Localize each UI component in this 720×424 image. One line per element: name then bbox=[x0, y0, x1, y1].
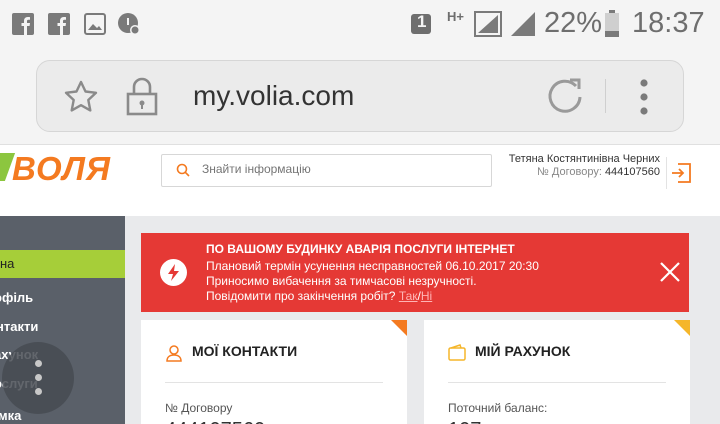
account-card: МІЙ РАХУНОК Поточний баланс: 107 bbox=[424, 320, 690, 424]
clock: 18:37 bbox=[632, 7, 705, 39]
reload-icon[interactable] bbox=[546, 77, 584, 115]
browser-toolbar: my.volia.com bbox=[0, 48, 720, 144]
contract-value: 444107560 bbox=[165, 419, 265, 424]
url-text[interactable]: my.volia.com bbox=[193, 80, 354, 112]
alert-repair-time: Плановий термін усунення несправностей 0… bbox=[206, 259, 539, 273]
sidebar-item-more[interactable]: мка bbox=[0, 408, 123, 423]
alert-bubble-icon bbox=[118, 13, 140, 35]
search-box[interactable] bbox=[161, 154, 492, 187]
lightning-icon bbox=[160, 259, 187, 286]
balance-label: Поточний баланс: bbox=[448, 401, 548, 415]
sidebar-item-home[interactable]: на bbox=[0, 250, 125, 278]
contract-number: 444107560 bbox=[604, 166, 660, 178]
search-icon bbox=[176, 163, 190, 177]
sidebar-item-contacts[interactable]: нтакти bbox=[0, 319, 121, 334]
alert-question-row: Повідомити про закінчення робіт? Так/Ні bbox=[206, 289, 432, 303]
image-icon bbox=[84, 13, 106, 35]
divider bbox=[448, 382, 666, 383]
divider bbox=[165, 382, 383, 383]
header-divider bbox=[666, 157, 667, 189]
person-icon bbox=[166, 345, 182, 362]
sim-badge: 1 bbox=[417, 12, 427, 31]
close-icon[interactable] bbox=[659, 261, 681, 283]
signal-icon bbox=[474, 11, 502, 37]
balance-value: 107 bbox=[448, 419, 481, 424]
sidebar-item-label: на bbox=[0, 256, 15, 271]
status-bar: 1 H+ 22% 18:37 bbox=[0, 0, 720, 48]
card-title: МОЇ КОНТАКТИ bbox=[192, 343, 298, 359]
outage-alert: ПО ВАШОМУ БУДИНКУ АВАРІЯ ПОСЛУГИ ІНТЕРНЕ… bbox=[141, 233, 689, 312]
card-corner bbox=[391, 320, 407, 336]
card-corner bbox=[674, 320, 690, 336]
network-type: H+ bbox=[447, 9, 464, 24]
card-title: МІЙ РАХУНОК bbox=[475, 343, 571, 359]
alert-yes-link[interactable]: Так bbox=[399, 289, 418, 303]
user-name: Тетяна Костянтинівна Черних bbox=[508, 153, 660, 165]
toolbar-divider bbox=[605, 79, 606, 113]
alert-question: Повідомити про закінчення робіт? bbox=[206, 289, 396, 303]
site-header: ВОЛЯ Тетяна Костянтинівна Черних № Догов… bbox=[0, 144, 720, 216]
lock-icon[interactable] bbox=[125, 76, 159, 116]
logout-icon[interactable] bbox=[670, 162, 692, 184]
web-page: ВОЛЯ Тетяна Костянтинівна Черних № Догов… bbox=[0, 144, 720, 424]
contract-info: № Договору: 444107560 bbox=[537, 166, 660, 178]
alert-no-link[interactable]: Ні bbox=[421, 289, 432, 303]
alert-apology: Приносимо вибачення за тимчасові незручн… bbox=[206, 274, 477, 288]
sidebar-item-profile[interactable]: офіль bbox=[0, 290, 119, 305]
floating-menu-button[interactable] bbox=[2, 342, 74, 414]
battery-icon bbox=[605, 10, 619, 37]
bookmark-star-icon[interactable] bbox=[63, 79, 99, 115]
alert-title: ПО ВАШОМУ БУДИНКУ АВАРІЯ ПОСЛУГИ ІНТЕРНЕ… bbox=[206, 242, 515, 256]
search-input[interactable] bbox=[202, 162, 482, 176]
contacts-card: МОЇ КОНТАКТИ № Договору 444107560 bbox=[141, 320, 407, 424]
contract-label: № Договору bbox=[165, 401, 233, 415]
address-bar[interactable]: my.volia.com bbox=[36, 60, 684, 132]
facebook-icon bbox=[48, 13, 70, 35]
battery-percent: 22% bbox=[544, 7, 603, 39]
overflow-menu-icon[interactable] bbox=[635, 78, 653, 116]
wallet-icon bbox=[448, 344, 466, 361]
signal-icon bbox=[511, 12, 535, 36]
facebook-icon bbox=[12, 13, 34, 35]
site-logo[interactable]: ВОЛЯ bbox=[12, 150, 111, 188]
contract-label: № Договору: bbox=[537, 166, 602, 178]
